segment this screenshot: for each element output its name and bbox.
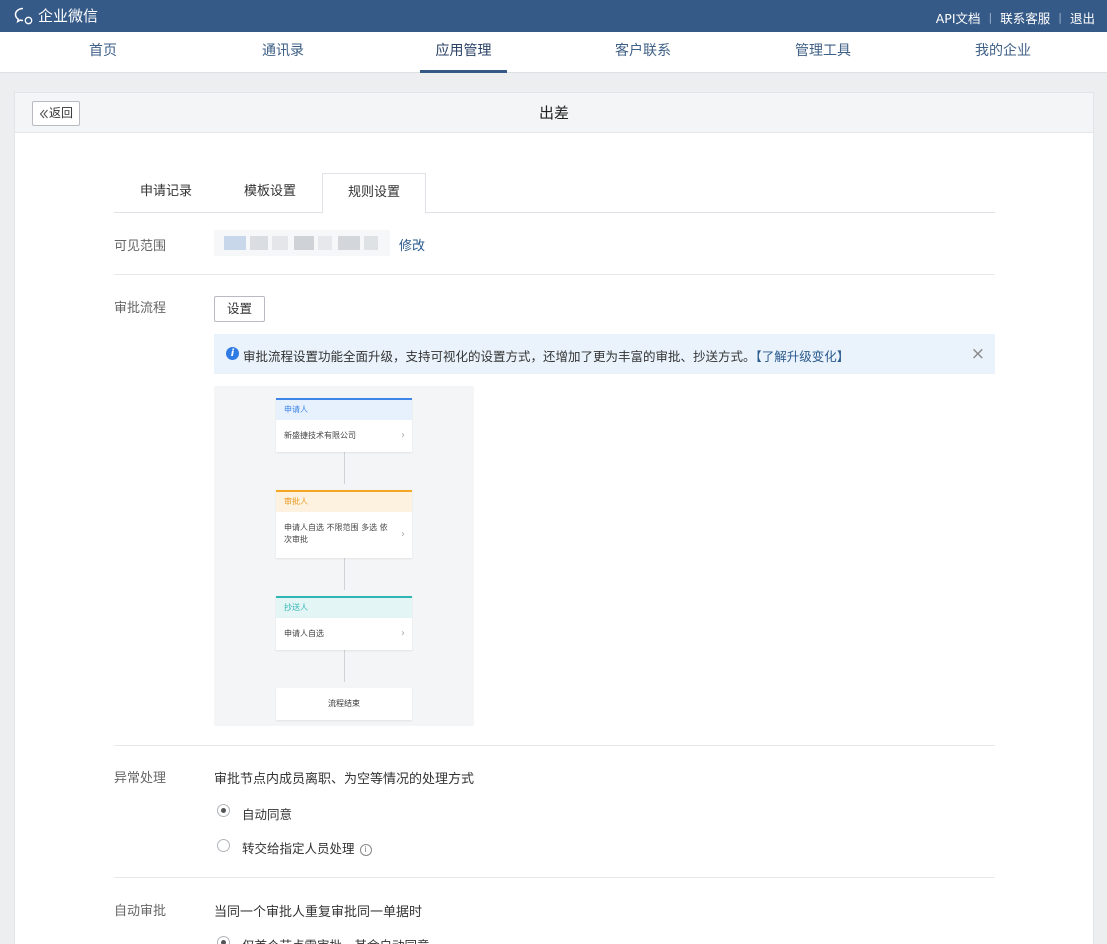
info-hint-icon[interactable]: i (359, 843, 372, 856)
chevron-right-icon: › (401, 628, 405, 639)
option-transfer-label-wrap: 转交给指定人员处理 i (242, 838, 372, 857)
nav-my-enterprise[interactable]: 我的企业 (968, 32, 1038, 73)
nav-management-tools[interactable]: 管理工具 (788, 32, 858, 73)
learn-upgrade-link[interactable]: 【了解升级变化】 (756, 349, 850, 364)
flow-node-applicant: 申请人 新盛捷技术有限公司 › (276, 398, 412, 452)
option-first-node-only-label: 仅首个节点需审批，其余自动同意 (242, 935, 430, 944)
contact-support-link[interactable]: 联系客服 (1000, 8, 1050, 27)
tab-bar: 申请记录 模板设置 规则设置 (114, 173, 995, 214)
divider (114, 745, 995, 746)
page-title: 出差 (538, 104, 569, 122)
card-header: 返回 出差 (15, 93, 1093, 133)
tab-rule-settings[interactable]: 规则设置 (322, 173, 426, 214)
nav-home[interactable]: 首页 (75, 32, 131, 73)
auto-approve-description: 当同一个审批人重复审批同一单据时 (214, 905, 423, 920)
radio-transfer-to-person[interactable] (217, 839, 230, 852)
flow-end-label: 流程结束 (328, 699, 360, 708)
wecom-logo-icon (14, 7, 33, 24)
link-separator: | (1058, 11, 1062, 24)
tab-application-records[interactable]: 申请记录 (114, 173, 218, 213)
top-bar: 企业微信 API文档 | 联系客服 | 退出 (0, 0, 1107, 32)
visibility-label: 可见范围 (114, 239, 167, 254)
node-body: 新盛捷技术有限公司 (284, 431, 356, 440)
nav-app-management[interactable]: 应用管理 (420, 32, 507, 73)
option-auto-approve-label: 自动同意 (242, 807, 293, 822)
nav-customer-contact[interactable]: 客户联系 (608, 32, 678, 73)
node-header: 抄送人 (276, 598, 412, 618)
option-transfer-label: 转交给指定人员处理 (242, 841, 355, 856)
radio-first-node-only[interactable] (217, 936, 230, 944)
node-header: 审批人 (276, 492, 412, 512)
logout-link[interactable]: 退出 (1070, 8, 1095, 27)
brand-logo[interactable]: 企业微信 (14, 5, 98, 26)
visibility-scope-redacted (214, 230, 390, 256)
api-docs-link[interactable]: API文档 (936, 8, 981, 27)
node-body: 申请人自选 (284, 629, 324, 638)
chevron-right-icon: › (401, 529, 405, 540)
brand-name: 企业微信 (38, 7, 99, 25)
node-header: 申请人 (276, 400, 412, 420)
exception-description: 审批节点内成员离职、为空等情况的处理方式 (214, 772, 475, 787)
upgrade-notice: i 审批流程设置功能全面升级，支持可视化的设置方式，还增加了更为丰富的审批、抄送… (214, 334, 995, 374)
flow-node-cc: 抄送人 申请人自选 › (276, 596, 412, 650)
notice-text: 审批流程设置功能全面升级，支持可视化的设置方式，还增加了更为丰富的审批、抄送方式… (243, 349, 756, 364)
link-separator: | (988, 11, 993, 24)
tab-template-settings[interactable]: 模板设置 (218, 173, 322, 213)
exception-label: 异常处理 (114, 771, 167, 786)
divider (114, 877, 995, 878)
info-icon: i (226, 347, 239, 360)
divider (114, 274, 995, 275)
content-card: 返回 出差 申请记录 模板设置 规则设置 可见范围 修改 审批流程 设置 i 审… (14, 92, 1094, 944)
chevron-right-icon: › (401, 430, 405, 441)
flow-node-approver: 审批人 申请人自选 不限范围 多选 依次审批 › (276, 490, 412, 558)
flow-node-end: 流程结束 (276, 688, 412, 720)
auto-approve-label: 自动审批 (114, 904, 167, 919)
nav-contacts[interactable]: 通讯录 (254, 32, 312, 73)
flow-settings-button[interactable]: 设置 (214, 296, 265, 322)
edit-visibility-link[interactable]: 修改 (399, 235, 425, 254)
node-body: 申请人自选 不限范围 多选 依次审批 (284, 523, 388, 544)
approval-flow-label: 审批流程 (114, 301, 167, 316)
close-icon[interactable]: × (971, 344, 985, 364)
flow-preview[interactable]: 申请人 新盛捷技术有限公司 › 审批人 申请人自选 不限范围 多选 依次审批 ›… (214, 386, 474, 726)
main-nav: 首页 通讯录 应用管理 客户联系 管理工具 我的企业 (0, 32, 1107, 73)
radio-auto-approve[interactable] (217, 804, 230, 817)
